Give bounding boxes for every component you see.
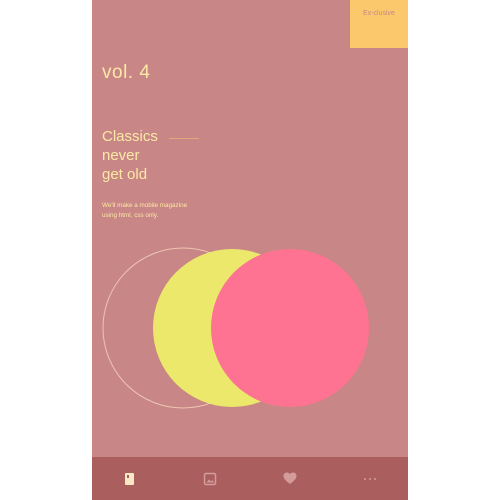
- headline: Classics never get old: [102, 127, 222, 184]
- headline-divider: [169, 138, 199, 139]
- headline-line: get old: [102, 166, 148, 183]
- exclusive-badge-label: Ex-clusive: [363, 10, 395, 17]
- bottom-tab-bar: [92, 457, 408, 500]
- exclusive-badge[interactable]: Ex-clusive: [350, 0, 408, 48]
- tab-favorites[interactable]: [260, 457, 320, 500]
- gallery-icon: [203, 472, 217, 485]
- cover-illustration: [102, 247, 369, 409]
- pink-circle: [211, 249, 369, 407]
- headline-line: never: [102, 147, 140, 164]
- headline-line: Classics: [102, 128, 158, 145]
- volume-title: vol. 4: [102, 62, 151, 83]
- heart-icon: [283, 472, 297, 484]
- tab-book[interactable]: [100, 457, 160, 500]
- subtitle-line: using html, css only.: [102, 212, 159, 219]
- subtitle-line: We'll make a mobile magazine: [102, 202, 188, 209]
- magazine-screen: Ex-clusive vol. 4 Classics never get old…: [92, 0, 408, 500]
- tab-gallery[interactable]: [180, 457, 240, 500]
- book-icon: [125, 472, 134, 485]
- more-icon: [364, 477, 376, 480]
- subtitle: We'll make a mobile magazine using html,…: [102, 201, 222, 221]
- tab-more[interactable]: [340, 457, 400, 500]
